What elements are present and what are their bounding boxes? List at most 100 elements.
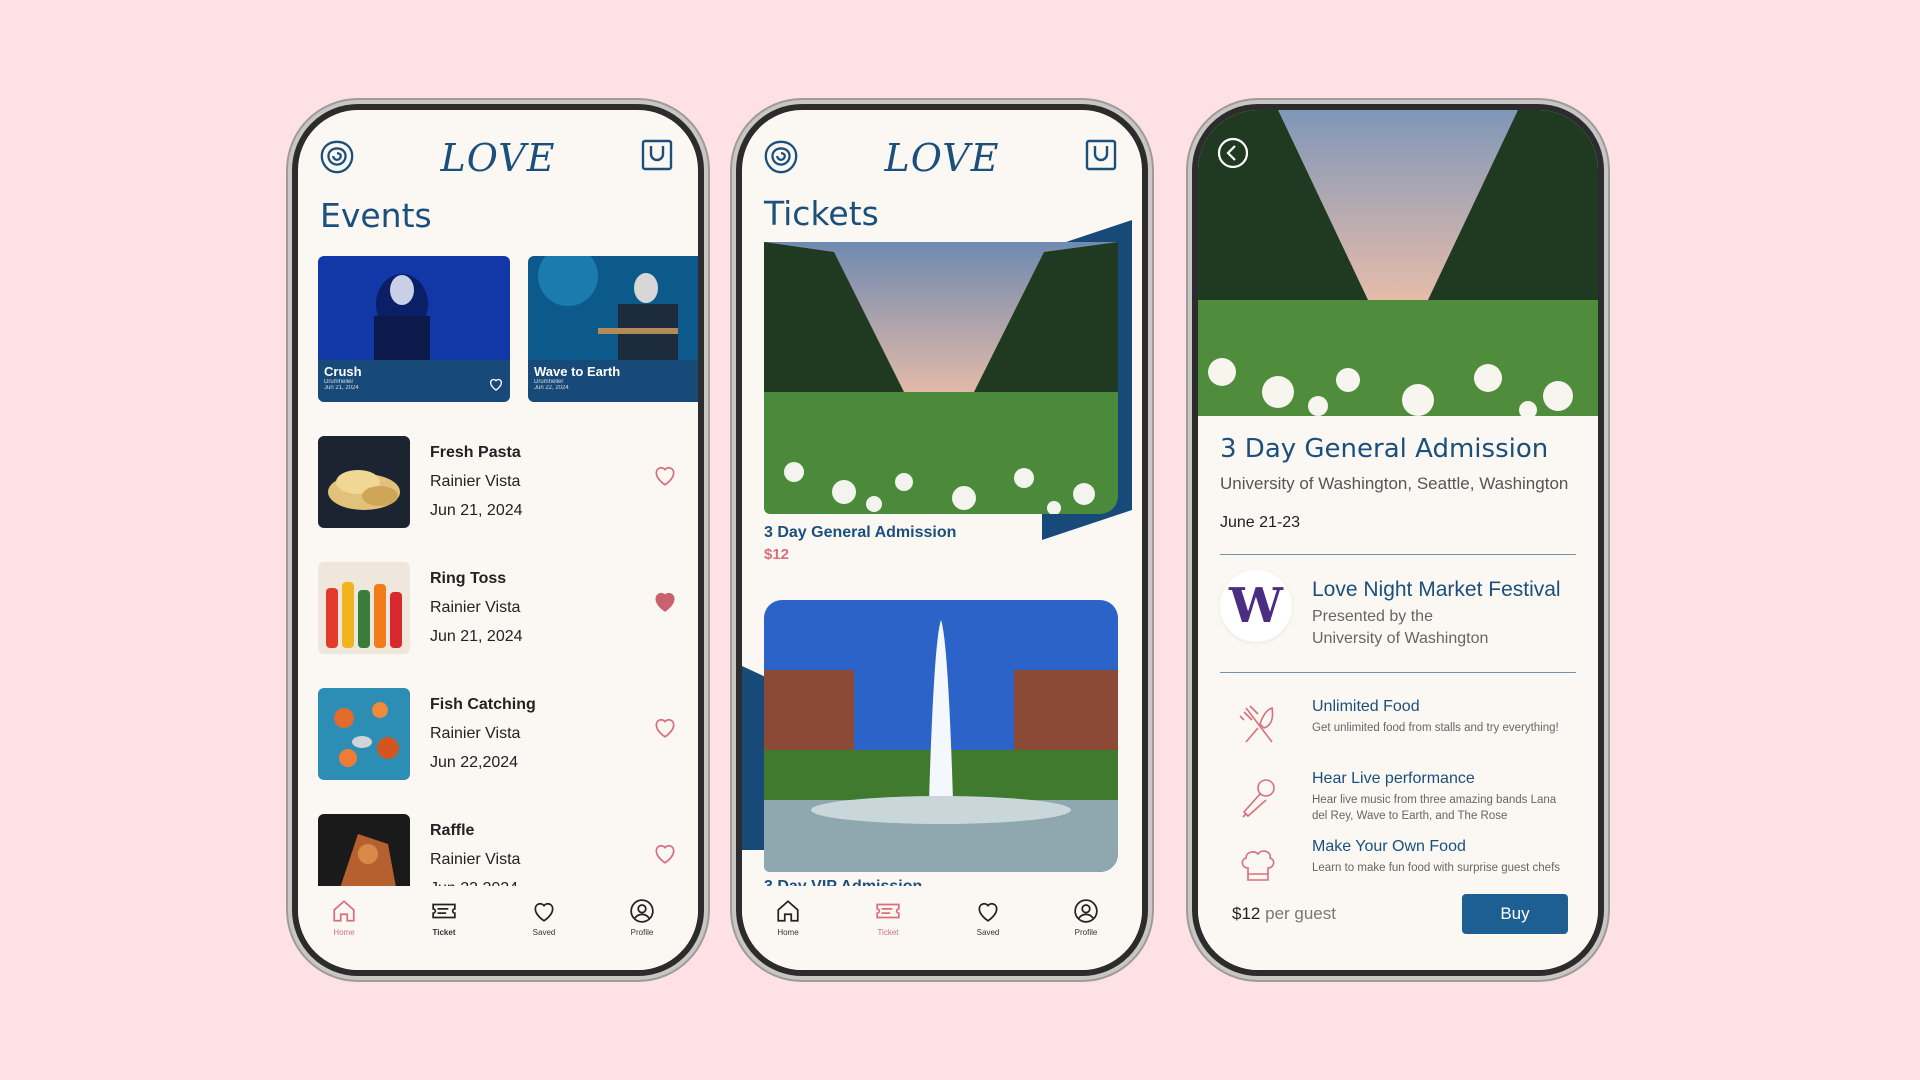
list-item-text: Raffle Rainier Vista Jun 23 2024 — [430, 816, 520, 888]
event-photo — [528, 256, 698, 360]
item-date: Jun 21, 2024 — [430, 502, 523, 519]
feature-description: Get unlimited food from stalls and try e… — [1312, 722, 1559, 734]
back-icon[interactable] — [1216, 136, 1250, 170]
event-thumbnail — [318, 814, 410, 888]
profile-icon — [1074, 899, 1098, 923]
organizer-presenter: Presented by the University of Washingto… — [1312, 606, 1532, 650]
list-item[interactable]: Fresh Pasta Rainier Vista Jun 21, 2024 — [318, 436, 678, 528]
divider — [1220, 554, 1576, 555]
heart-icon — [534, 902, 554, 922]
tab-bar: Home Ticket Saved Profile — [742, 886, 1142, 970]
ticket-card-image[interactable] — [764, 600, 1118, 872]
heart-icon[interactable] — [652, 462, 678, 488]
feature-title: Make Your Own Food — [1312, 838, 1466, 855]
feature-title: Hear Live performance — [1312, 770, 1475, 787]
microphone-icon — [1242, 779, 1275, 818]
tab-home[interactable]: Home — [314, 898, 374, 937]
list-item[interactable]: Raffle Rainier Vista Jun 23 2024 — [318, 814, 678, 888]
tab-label: Ticket — [877, 928, 899, 937]
chef-hat-icon — [1241, 850, 1275, 881]
feature-item: Hear Live performance Hear live music fr… — [1220, 770, 1576, 830]
buy-button[interactable]: Buy — [1462, 894, 1568, 934]
item-title: Fresh Pasta — [430, 444, 521, 461]
tab-label: Saved — [532, 928, 556, 937]
bag-icon[interactable] — [1084, 138, 1118, 172]
event-name: Wave to Earth — [534, 364, 621, 379]
ticket-icon — [876, 903, 900, 919]
item-date: Jun 22,2024 — [430, 754, 519, 771]
park-photo — [764, 242, 1118, 514]
divider — [1220, 672, 1576, 673]
heart-filled-icon[interactable] — [652, 588, 678, 614]
tab-ticket[interactable]: Ticket — [858, 898, 918, 937]
home-icon — [333, 900, 355, 922]
bag-icon[interactable] — [640, 138, 674, 172]
detail-phone: 3 Day General Admission University of Wa… — [1192, 104, 1604, 976]
brand-logo: LOVE — [440, 136, 556, 180]
tab-ticket[interactable]: Ticket — [414, 898, 474, 937]
heart-icon[interactable] — [488, 376, 504, 392]
detail-dates: June 21-23 — [1220, 514, 1301, 531]
item-title: Ring Toss — [430, 570, 507, 587]
item-date: Jun 21, 2024 — [430, 628, 523, 645]
top-bar: LOVE — [742, 122, 1142, 188]
fountain-photo — [764, 600, 1118, 872]
event-photo — [318, 256, 510, 360]
tab-profile[interactable]: Profile — [612, 898, 672, 937]
fork-knife-icon — [1239, 705, 1274, 743]
heart-icon[interactable] — [652, 840, 678, 866]
feature-item: Make Your Own Food Learn to make fun foo… — [1220, 838, 1576, 886]
feature-description: Learn to make fun food with surprise gue… — [1312, 862, 1561, 874]
detail-location: University of Washington, Seattle, Washi… — [1220, 474, 1569, 493]
heart-icon — [978, 902, 998, 922]
featured-event-footer: Wave to Earth Drumheller Jun 22, 2024 — [528, 360, 698, 402]
price: $12 per guest — [1232, 904, 1336, 924]
tab-bar: Home Ticket Saved Profile — [298, 886, 698, 970]
featured-event-card[interactable]: Crush Drumheller Jun 21, 2024 — [318, 256, 510, 402]
home-icon — [777, 900, 799, 922]
tab-label: Home — [777, 928, 799, 937]
list-item-text: Fish Catching Rainier Vista Jun 22,2024 — [430, 690, 536, 777]
item-location: Rainier Vista — [430, 851, 521, 868]
tab-label: Saved — [976, 928, 1000, 937]
tab-label: Ticket — [432, 928, 456, 937]
feature-title: Unlimited Food — [1312, 698, 1420, 715]
item-title: Fish Catching — [430, 696, 536, 713]
buy-bar: $12 per guest Buy — [1198, 886, 1598, 970]
featured-event-card[interactable]: Wave to Earth Drumheller Jun 22, 2024 — [528, 256, 698, 402]
tab-label: Profile — [1074, 928, 1098, 937]
item-title: Raffle — [430, 822, 475, 839]
event-thumbnail — [318, 688, 410, 780]
tickets-screen: LOVE Tickets 3 Day General Admission $12 — [742, 110, 1142, 970]
organizer-logo: W — [1220, 570, 1292, 642]
feature-description: Hear live music from three amazing bands… — [1312, 794, 1557, 822]
ticket-price: $12 — [764, 546, 790, 563]
featured-event-footer: Crush Drumheller Jun 21, 2024 — [318, 360, 510, 402]
organizer-name[interactable]: Love Night Market Festival — [1312, 578, 1561, 602]
list-item[interactable]: Ring Toss Rainier Vista Jun 21, 2024 — [318, 562, 678, 654]
tab-saved[interactable]: Saved — [958, 898, 1018, 937]
events-screen: LOVE Events Crush Drumheller Jun 21, 202… — [298, 110, 698, 970]
event-date: Jun 22, 2024 — [534, 385, 569, 391]
event-thumbnail — [318, 436, 410, 528]
top-bar: LOVE — [298, 122, 698, 188]
event-thumbnail — [318, 562, 410, 654]
tab-home[interactable]: Home — [758, 898, 818, 937]
event-date: Jun 21, 2024 — [324, 385, 359, 391]
list-item[interactable]: Fish Catching Rainier Vista Jun 22,2024 — [318, 688, 678, 780]
heart-icon[interactable] — [652, 714, 678, 740]
tab-saved[interactable]: Saved — [514, 898, 574, 937]
item-location: Rainier Vista — [430, 473, 521, 490]
tab-label: Home — [333, 928, 355, 937]
price-amount: $12 — [1232, 904, 1261, 923]
feature-item: Unlimited Food Get unlimited food from s… — [1220, 698, 1576, 758]
ticket-icon — [432, 903, 456, 919]
tab-profile[interactable]: Profile — [1056, 898, 1116, 937]
item-location: Rainier Vista — [430, 725, 521, 742]
tab-label: Profile — [630, 928, 654, 937]
ticket-card-image[interactable] — [764, 242, 1118, 514]
events-phone: LOVE Events Crush Drumheller Jun 21, 202… — [292, 104, 704, 976]
ticket-label[interactable]: 3 Day General Admission — [764, 524, 956, 542]
hero-photo — [1198, 110, 1598, 416]
item-location: Rainier Vista — [430, 599, 521, 616]
